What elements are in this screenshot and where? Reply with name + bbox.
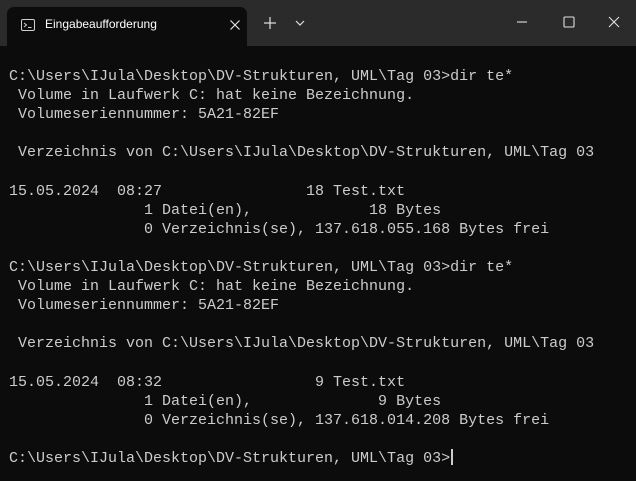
terminal-line: C:\Users\IJula\Desktop\DV-Strukturen, UM… [9, 258, 514, 276]
close-icon[interactable] [229, 19, 241, 31]
plus-icon[interactable] [261, 14, 279, 32]
terminal-line: 1 Datei(en), 9 Bytes [9, 392, 442, 410]
prompt-line[interactable]: C:\Users\IJula\Desktop\DV-Strukturen, UM… [9, 448, 629, 468]
terminal-line: 0 Verzeichnis(se), 137.618.055.168 Bytes… [9, 220, 550, 238]
terminal-line: Verzeichnis von C:\Users\IJula\Desktop\D… [9, 144, 595, 162]
terminal-line: Volumeseriennummer: 5A21-82EF [9, 106, 280, 124]
terminal-line: C:\Users\IJula\Desktop\DV-Strukturen, UM… [9, 68, 514, 85]
text-cursor [451, 448, 454, 465]
maximize-icon[interactable] [561, 14, 577, 30]
tab-command-prompt[interactable]: Eingabeaufforderung [7, 7, 247, 46]
prompt: C:\Users\IJula\Desktop\DV-Strukturen, UM… [9, 449, 451, 467]
terminal-line: 1 Datei(en), 18 Bytes [9, 201, 442, 219]
tab-title: Eingabeaufforderung [45, 17, 157, 31]
terminal-icon [21, 19, 35, 31]
terminal-window: Eingabeaufforderung C:\Users\IJula\Deskt… [0, 0, 636, 481]
minimize-icon[interactable] [514, 14, 530, 30]
terminal-line: Volumeseriennummer: 5A21-82EF [9, 297, 280, 315]
terminal-line: Verzeichnis von C:\Users\IJula\Desktop\D… [9, 335, 595, 353]
close-icon[interactable] [606, 14, 622, 30]
terminal-line: 15.05.2024 08:32 9 Test.txt [9, 373, 406, 391]
title-bar: Eingabeaufforderung [0, 0, 636, 46]
terminal-line: Volume in Laufwerk C: hat keine Bezeichn… [9, 278, 415, 296]
terminal-line: 15.05.2024 08:27 18 Test.txt [9, 182, 406, 200]
terminal-line: Volume in Laufwerk C: hat keine Bezeichn… [9, 87, 415, 105]
terminal-output[interactable]: C:\Users\IJula\Desktop\DV-Strukturen, UM… [9, 67, 629, 477]
chevron-down-icon[interactable] [292, 15, 308, 31]
terminal-line: 0 Verzeichnis(se), 137.618.014.208 Bytes… [9, 411, 550, 429]
